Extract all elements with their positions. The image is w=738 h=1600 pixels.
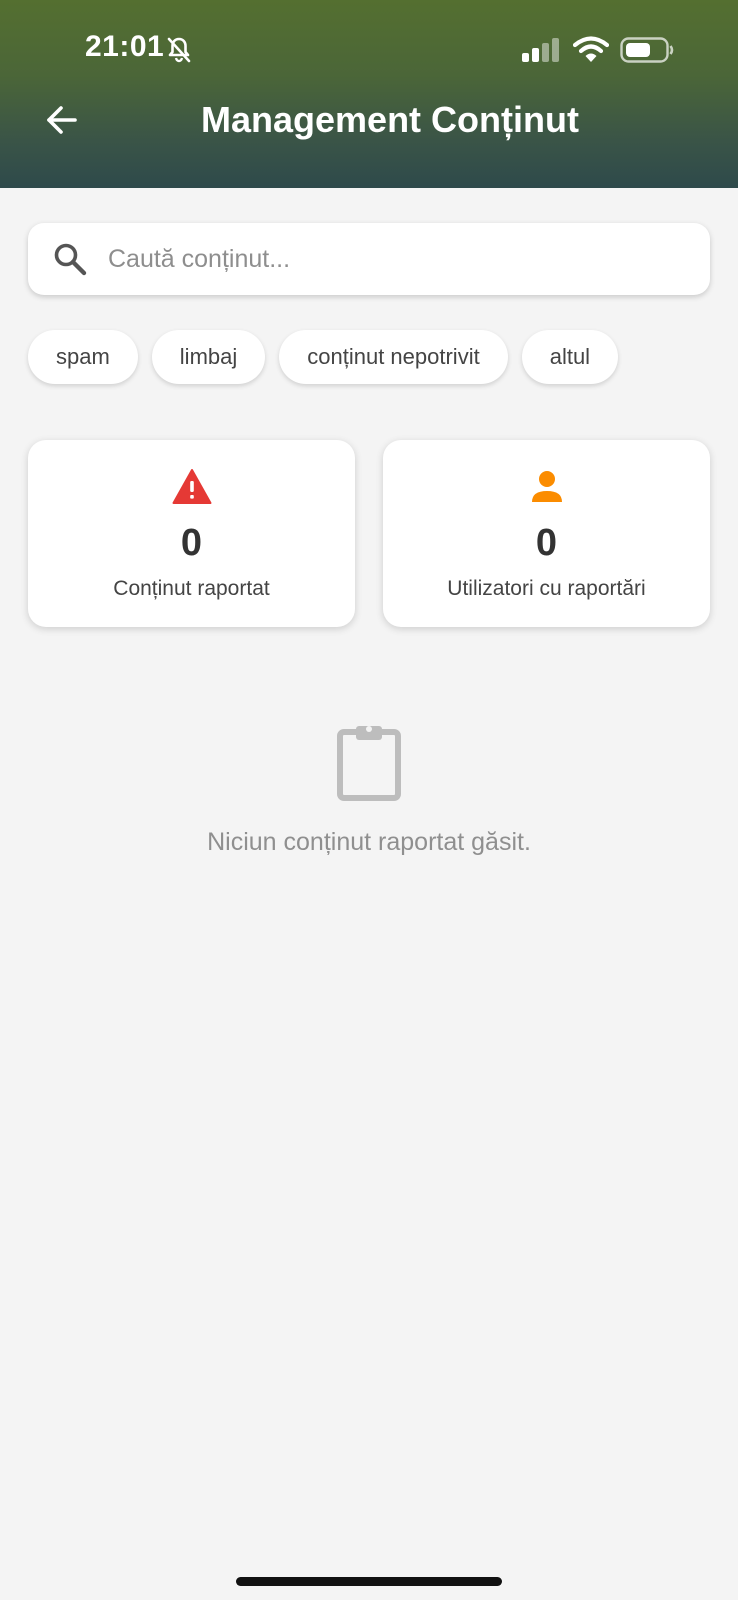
clipboard-icon (337, 726, 401, 801)
stat-value: 0 (180, 522, 203, 564)
wifi-icon (573, 36, 609, 62)
stat-label: Utilizatori cu raportări (447, 577, 646, 600)
filter-chip-limbaj[interactable]: limbaj (151, 330, 266, 384)
status-time: 21:01 (85, 30, 165, 63)
home-indicator (236, 1577, 502, 1586)
app-header: 21:01 Management Conținut (0, 0, 738, 188)
search-input[interactable] (106, 233, 670, 285)
cellular-signal-icon (522, 38, 559, 62)
battery-icon (620, 37, 674, 63)
person-icon (531, 471, 562, 502)
search-icon (54, 243, 87, 276)
empty-state-message: Niciun conținut raportat găsit. (207, 828, 531, 856)
warning-icon (172, 469, 211, 504)
page-title: Management Conținut (201, 99, 579, 140)
back-arrow-icon[interactable] (40, 98, 84, 142)
filter-chip-continut-nepotrivit[interactable]: conținut nepotrivit (279, 330, 508, 384)
stat-card-reported-users: 0 Utilizatori cu raportări (383, 440, 710, 627)
search-bar[interactable] (28, 223, 710, 295)
bell-muted-icon (167, 37, 191, 63)
stat-value: 0 (535, 522, 558, 564)
stat-label: Conținut raportat (113, 577, 270, 600)
stat-card-reported-content: 0 Conținut raportat (28, 440, 355, 627)
filter-chips: spam limbaj conținut nepotrivit altul (28, 330, 619, 384)
filter-chip-spam[interactable]: spam (28, 330, 138, 384)
filter-chip-altul[interactable]: altul (521, 330, 619, 384)
